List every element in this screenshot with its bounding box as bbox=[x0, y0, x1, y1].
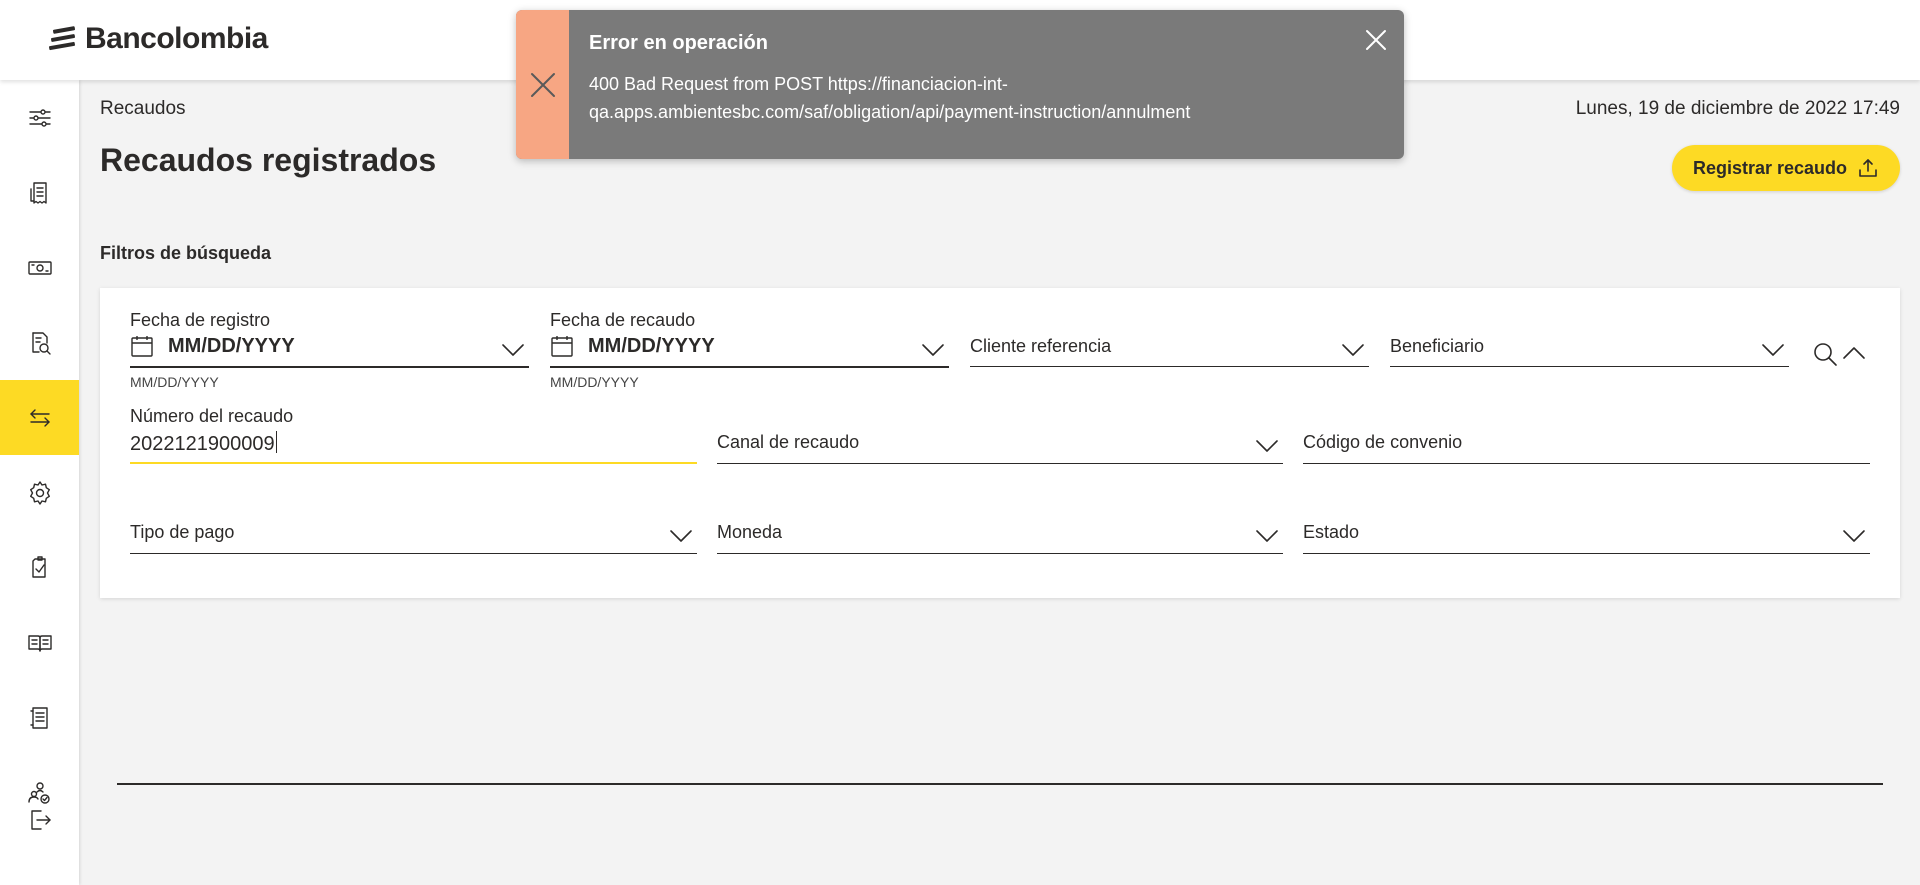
receipt-icon bbox=[29, 181, 47, 204]
bancolombia-logo[interactable]: Bancolombia bbox=[49, 22, 268, 56]
currency-underline bbox=[717, 553, 1283, 554]
chevron-down-icon[interactable] bbox=[1341, 343, 1365, 357]
breadcrumb[interactable]: Recaudos bbox=[100, 98, 186, 120]
gear-icon bbox=[29, 480, 50, 505]
sidebar-item-receipts[interactable] bbox=[0, 155, 79, 230]
book-icon bbox=[27, 634, 52, 652]
chevron-down-icon[interactable] bbox=[1842, 529, 1866, 543]
sidebar-item-settings[interactable] bbox=[0, 455, 79, 530]
status-underline bbox=[1303, 553, 1870, 554]
results-divider bbox=[117, 783, 1883, 785]
registration-date-value[interactable]: MM/DD/YYYY bbox=[168, 335, 295, 358]
chevron-down-icon[interactable] bbox=[669, 529, 693, 543]
sidebar-item-document-search[interactable] bbox=[0, 305, 79, 380]
collection-number-input[interactable]: 2022121900009 bbox=[130, 431, 277, 456]
users-check-icon bbox=[27, 781, 50, 804]
payment-type-select[interactable]: Tipo de pago bbox=[130, 496, 697, 560]
client-reference-placeholder: Cliente referencia bbox=[970, 336, 1112, 356]
collection-channel-placeholder: Canal de recaudo bbox=[717, 432, 860, 452]
status-select[interactable]: Estado bbox=[1303, 496, 1870, 560]
register-collection-label: Registrar recaudo bbox=[1692, 157, 1848, 178]
status-placeholder: Estado bbox=[1303, 522, 1360, 542]
beneficiary-select[interactable]: Beneficiario bbox=[1390, 310, 1789, 370]
filters-section-title: Filtros de búsqueda bbox=[100, 243, 272, 263]
agreement-code-underline bbox=[1303, 463, 1870, 464]
collection-date-hint: MM/DD/YYYY bbox=[550, 374, 639, 390]
register-collection-button[interactable]: Registrar recaudo bbox=[1672, 145, 1900, 191]
chevron-down-icon[interactable] bbox=[921, 343, 945, 357]
collection-date-label: Fecha de recaudo bbox=[550, 310, 696, 330]
chevron-down-icon[interactable] bbox=[1761, 343, 1785, 357]
chevron-up-icon[interactable] bbox=[1842, 344, 1866, 360]
toast-title: Error en operación bbox=[589, 32, 768, 54]
agreement-code-placeholder: Código de convenio bbox=[1303, 432, 1463, 452]
beneficiary-placeholder: Beneficiario bbox=[1390, 336, 1485, 356]
brand-name: Bancolombia bbox=[85, 22, 268, 55]
chevron-down-icon[interactable] bbox=[1255, 439, 1279, 453]
search-icon[interactable] bbox=[1812, 341, 1838, 367]
logout-icon bbox=[30, 810, 51, 830]
currency-select[interactable]: Moneda bbox=[717, 496, 1283, 560]
chevron-down-icon[interactable] bbox=[1255, 529, 1279, 543]
sidebar-item-money[interactable] bbox=[0, 230, 79, 305]
text-caret bbox=[275, 431, 277, 453]
registration-date-label: Fecha de registro bbox=[130, 310, 271, 330]
agreement-code-input[interactable]: Código de convenio bbox=[1303, 406, 1870, 470]
client-reference-underline bbox=[970, 366, 1369, 367]
upload-icon bbox=[1859, 159, 1877, 177]
collection-date-field[interactable]: Fecha de recaudo MM/DD/YYYY MM/DD/YYYY bbox=[550, 310, 949, 390]
current-datetime: Lunes, 19 de diciembre de 2022 17:49 bbox=[1575, 98, 1900, 119]
sliders-icon bbox=[28, 108, 51, 127]
sidebar-item-notebook[interactable] bbox=[0, 680, 79, 755]
search-filters-card: Fecha de registro MM/DD/YYYY MM/DD/YYYY … bbox=[100, 288, 1900, 598]
transfer-icon bbox=[29, 408, 50, 427]
bancolombia-logo-icon bbox=[49, 26, 76, 51]
collection-number-value: 2022121900009 bbox=[130, 433, 275, 455]
sidebar-item-catalog[interactable] bbox=[0, 605, 79, 680]
payment-type-placeholder: Tipo de pago bbox=[130, 522, 235, 542]
collection-number-underline bbox=[130, 462, 697, 464]
collection-number-label: Número del recaudo bbox=[130, 406, 294, 426]
beneficiary-underline bbox=[1390, 366, 1789, 367]
registration-date-hint: MM/DD/YYYY bbox=[130, 374, 219, 390]
money-icon bbox=[27, 260, 52, 275]
sidebar-item-transfers[interactable] bbox=[0, 380, 79, 455]
collection-channel-select[interactable]: Canal de recaudo bbox=[717, 406, 1283, 470]
toast-message: 400 Bad Request from POST https://financ… bbox=[589, 74, 1191, 122]
currency-placeholder: Moneda bbox=[717, 522, 783, 542]
collection-date-underline bbox=[550, 366, 949, 368]
registration-date-field[interactable]: Fecha de registro MM/DD/YYYY MM/DD/YYYY bbox=[130, 310, 529, 390]
collection-number-field[interactable]: Número del recaudo 2022121900009 bbox=[130, 406, 697, 470]
close-icon[interactable] bbox=[1362, 26, 1390, 54]
calendar-icon bbox=[550, 334, 574, 358]
calendar-icon bbox=[130, 334, 154, 358]
collection-date-value[interactable]: MM/DD/YYYY bbox=[588, 335, 715, 358]
sidebar bbox=[0, 80, 79, 885]
sidebar-item-logout[interactable] bbox=[0, 803, 79, 837]
sidebar-item-settings-filters[interactable] bbox=[0, 80, 79, 155]
document-check-icon bbox=[31, 555, 46, 578]
toast-status-strip bbox=[516, 10, 569, 159]
error-x-icon bbox=[530, 72, 555, 97]
sidebar-item-document-check[interactable] bbox=[0, 530, 79, 605]
error-toast: Error en operación 400 Bad Request from … bbox=[516, 10, 1404, 159]
client-reference-select[interactable]: Cliente referencia bbox=[970, 310, 1369, 370]
page-title: Recaudos registrados bbox=[100, 142, 437, 178]
notebook-icon bbox=[29, 706, 48, 729]
registration-date-underline bbox=[130, 366, 529, 368]
collection-channel-underline bbox=[717, 463, 1283, 464]
payment-type-underline bbox=[130, 553, 697, 554]
chevron-down-icon[interactable] bbox=[501, 343, 525, 357]
document-search-icon bbox=[31, 331, 51, 355]
